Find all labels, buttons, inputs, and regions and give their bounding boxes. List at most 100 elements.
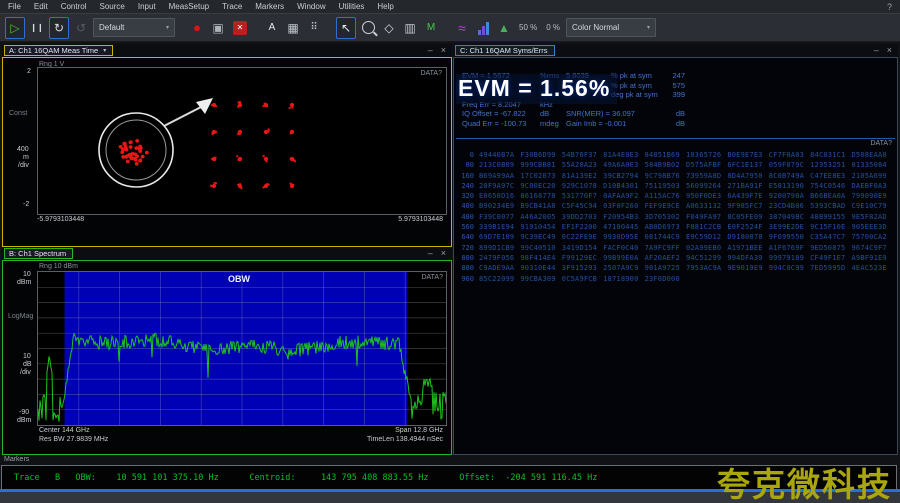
constellation-svg	[38, 68, 446, 214]
panel-syms-errs: C: Ch1 16QAM Syms/Errs – × EVM = 1.5672%…	[453, 44, 898, 455]
y-min-unit: dBm	[17, 417, 31, 424]
record-button[interactable]: ●	[188, 18, 206, 38]
symbol-hex-value: 8D4A7950	[727, 171, 768, 181]
row-index: 160	[458, 171, 474, 181]
symbol-hex-value: 20F9A97C	[479, 181, 520, 191]
constellation-plot[interactable]: DATA?	[37, 67, 447, 215]
symbol-hex-value: 85C22099	[479, 274, 520, 284]
symbol-hex-value: 081744C9	[645, 232, 686, 242]
marker-diamond-button[interactable]: ◇	[380, 18, 398, 38]
tab-meas-time[interactable]: A: Ch1 16QAM Meas Time ▾	[4, 45, 113, 56]
symbol-hex-value: 9F699550	[769, 232, 810, 242]
row-index: 720	[458, 243, 474, 253]
y-max-label: 2	[27, 68, 31, 75]
menu-help[interactable]: Help	[377, 2, 393, 11]
histogram-trace-button[interactable]	[474, 18, 492, 38]
symbol-hex-value: 99C40510	[520, 243, 561, 253]
tile-windows-button[interactable]: ⠿	[305, 18, 323, 38]
symbol-hex-value: 9C798B76	[645, 171, 686, 181]
symbol-hex-value: 39CB2794	[603, 171, 644, 181]
evm-field-c2: dB	[540, 109, 549, 118]
minimize-button[interactable]: –	[874, 46, 879, 55]
symbol-hex-value: 48B99155	[810, 212, 851, 222]
symbol-hex-value: 01335084	[852, 160, 893, 170]
pointer-tool-button[interactable]: ↖	[336, 17, 356, 39]
symbol-hex-value: B0E9E7E3	[727, 150, 768, 160]
menu-control[interactable]: Control	[61, 2, 87, 11]
symbol-hex-value: A46A2005	[520, 212, 561, 222]
spectrum-plot[interactable]: OBW DATA?	[37, 271, 447, 426]
symbol-hex-value: FEF9E9CE	[645, 201, 686, 211]
symbol-hex-value: 271BA91F	[727, 181, 768, 191]
grid-layout-button[interactable]: ▦	[284, 18, 302, 38]
overlap-percent: 0 %	[546, 23, 560, 32]
markers-bar-title: Markers	[4, 456, 29, 463]
y-min-label: -90	[19, 409, 29, 416]
band-power-button[interactable]: ▥	[401, 18, 419, 38]
symbol-hex-value: 99CBA309	[520, 274, 561, 284]
y-max-unit: dBm	[17, 279, 31, 286]
menu-trace[interactable]: Trace	[222, 2, 242, 11]
wave-trace-button[interactable]: ≈	[453, 18, 471, 38]
evm-field-c2: mdeg	[540, 119, 559, 128]
symbol-hex-value: 2479F056	[479, 253, 520, 263]
evm-field-c5: dB	[659, 119, 685, 128]
symbol-hex-value: 9C39EC49	[520, 232, 561, 242]
symbol-hex-value: 2105A699	[852, 171, 893, 181]
symbol-hex-value: 99979189	[769, 253, 810, 263]
cdf-trace-button[interactable]: ▲	[495, 18, 513, 38]
marker-peak-button[interactable]: M	[422, 18, 440, 38]
data-status-badge: DATA?	[421, 274, 443, 281]
delete-recording-button[interactable]: ✕	[233, 21, 247, 35]
symbol-hex-value: B66BEA0A	[810, 191, 851, 201]
preset-dropdown[interactable]: Default▾	[93, 18, 175, 37]
menu-source[interactable]: Source	[99, 2, 124, 11]
menu-file[interactable]: File	[8, 2, 21, 11]
symbol-hex-value: F881C2CB	[686, 222, 727, 232]
symbol-hex-value: 7A9FC9FF	[645, 243, 686, 253]
tab-spectrum[interactable]: B: Ch1 Spectrum	[4, 248, 73, 259]
menu-markers[interactable]: Markers	[255, 2, 284, 11]
center-freq-label: Center 144 GHz	[39, 427, 90, 434]
restart-button[interactable]: ↻	[49, 17, 69, 39]
play-button[interactable]: ▷	[5, 17, 25, 39]
evm-field-c3: Gain Imb = -0.001	[566, 119, 626, 128]
menu-utilities[interactable]: Utilities	[339, 2, 365, 11]
symbol-hex-value: 7953AC9A	[686, 263, 727, 273]
menu-window[interactable]: Window	[297, 2, 325, 11]
symbol-hex-value: 84C031C1	[810, 150, 851, 160]
zoom-tool-button[interactable]	[359, 18, 377, 38]
symbol-hex-value: A1F6769F	[769, 243, 810, 253]
annotation-button[interactable]: A	[263, 18, 281, 38]
minimize-button[interactable]: –	[428, 249, 433, 258]
pause-button[interactable]: ❙❙	[28, 18, 46, 38]
evm-row: IQ Offset = -67.822dBSNR(MER) = 36.097dB	[454, 109, 897, 118]
minimize-button[interactable]: –	[428, 46, 433, 55]
symbol-hex-value: A9BF91E9	[852, 253, 893, 263]
symbol-hex-value: F30B6D99	[520, 150, 561, 160]
symbol-table: 049440B7AF30B6D9954B76F3781A4E0E384851B6…	[458, 150, 893, 284]
player-button[interactable]: ▣	[209, 18, 227, 38]
tab-syms-errs[interactable]: C: Ch1 16QAM Syms/Errs	[455, 45, 555, 56]
symbol-hex-value: 73959A8D	[686, 171, 727, 181]
panel-meas-time: A: Ch1 16QAM Meas Time ▾ – × Rng 1 V 2 -…	[2, 44, 452, 247]
symbol-hex-value: 213C0B09	[479, 160, 520, 170]
symbol-hex-value: 23F0D000	[645, 274, 686, 284]
close-button[interactable]: ×	[887, 46, 892, 55]
panel-b-titlebar: B: Ch1 Spectrum – ×	[2, 247, 452, 260]
symbol-hex-value: FACF0C40	[603, 243, 644, 253]
close-button[interactable]: ×	[441, 46, 446, 55]
menu-edit[interactable]: Edit	[34, 2, 48, 11]
toolbar-separator	[178, 18, 185, 38]
table-row: 320E0650D1686168778531770F70AFAA9F2A115A…	[458, 191, 893, 201]
help-icon[interactable]: ?	[887, 2, 892, 12]
symbol-hex-value: 99B99E0A	[603, 253, 644, 263]
row-index: 800	[458, 253, 474, 263]
close-button[interactable]: ×	[441, 249, 446, 258]
single-sweep-button[interactable]: ↺	[72, 18, 90, 38]
color-mode-dropdown[interactable]: Color Normal▾	[566, 18, 656, 37]
symbol-hex-value: 994C0C99	[769, 263, 810, 273]
menu-input[interactable]: Input	[138, 2, 156, 11]
menu-meassetup[interactable]: MeasSetup	[169, 2, 209, 11]
symbol-hex-value: EF1F2200	[562, 222, 603, 232]
